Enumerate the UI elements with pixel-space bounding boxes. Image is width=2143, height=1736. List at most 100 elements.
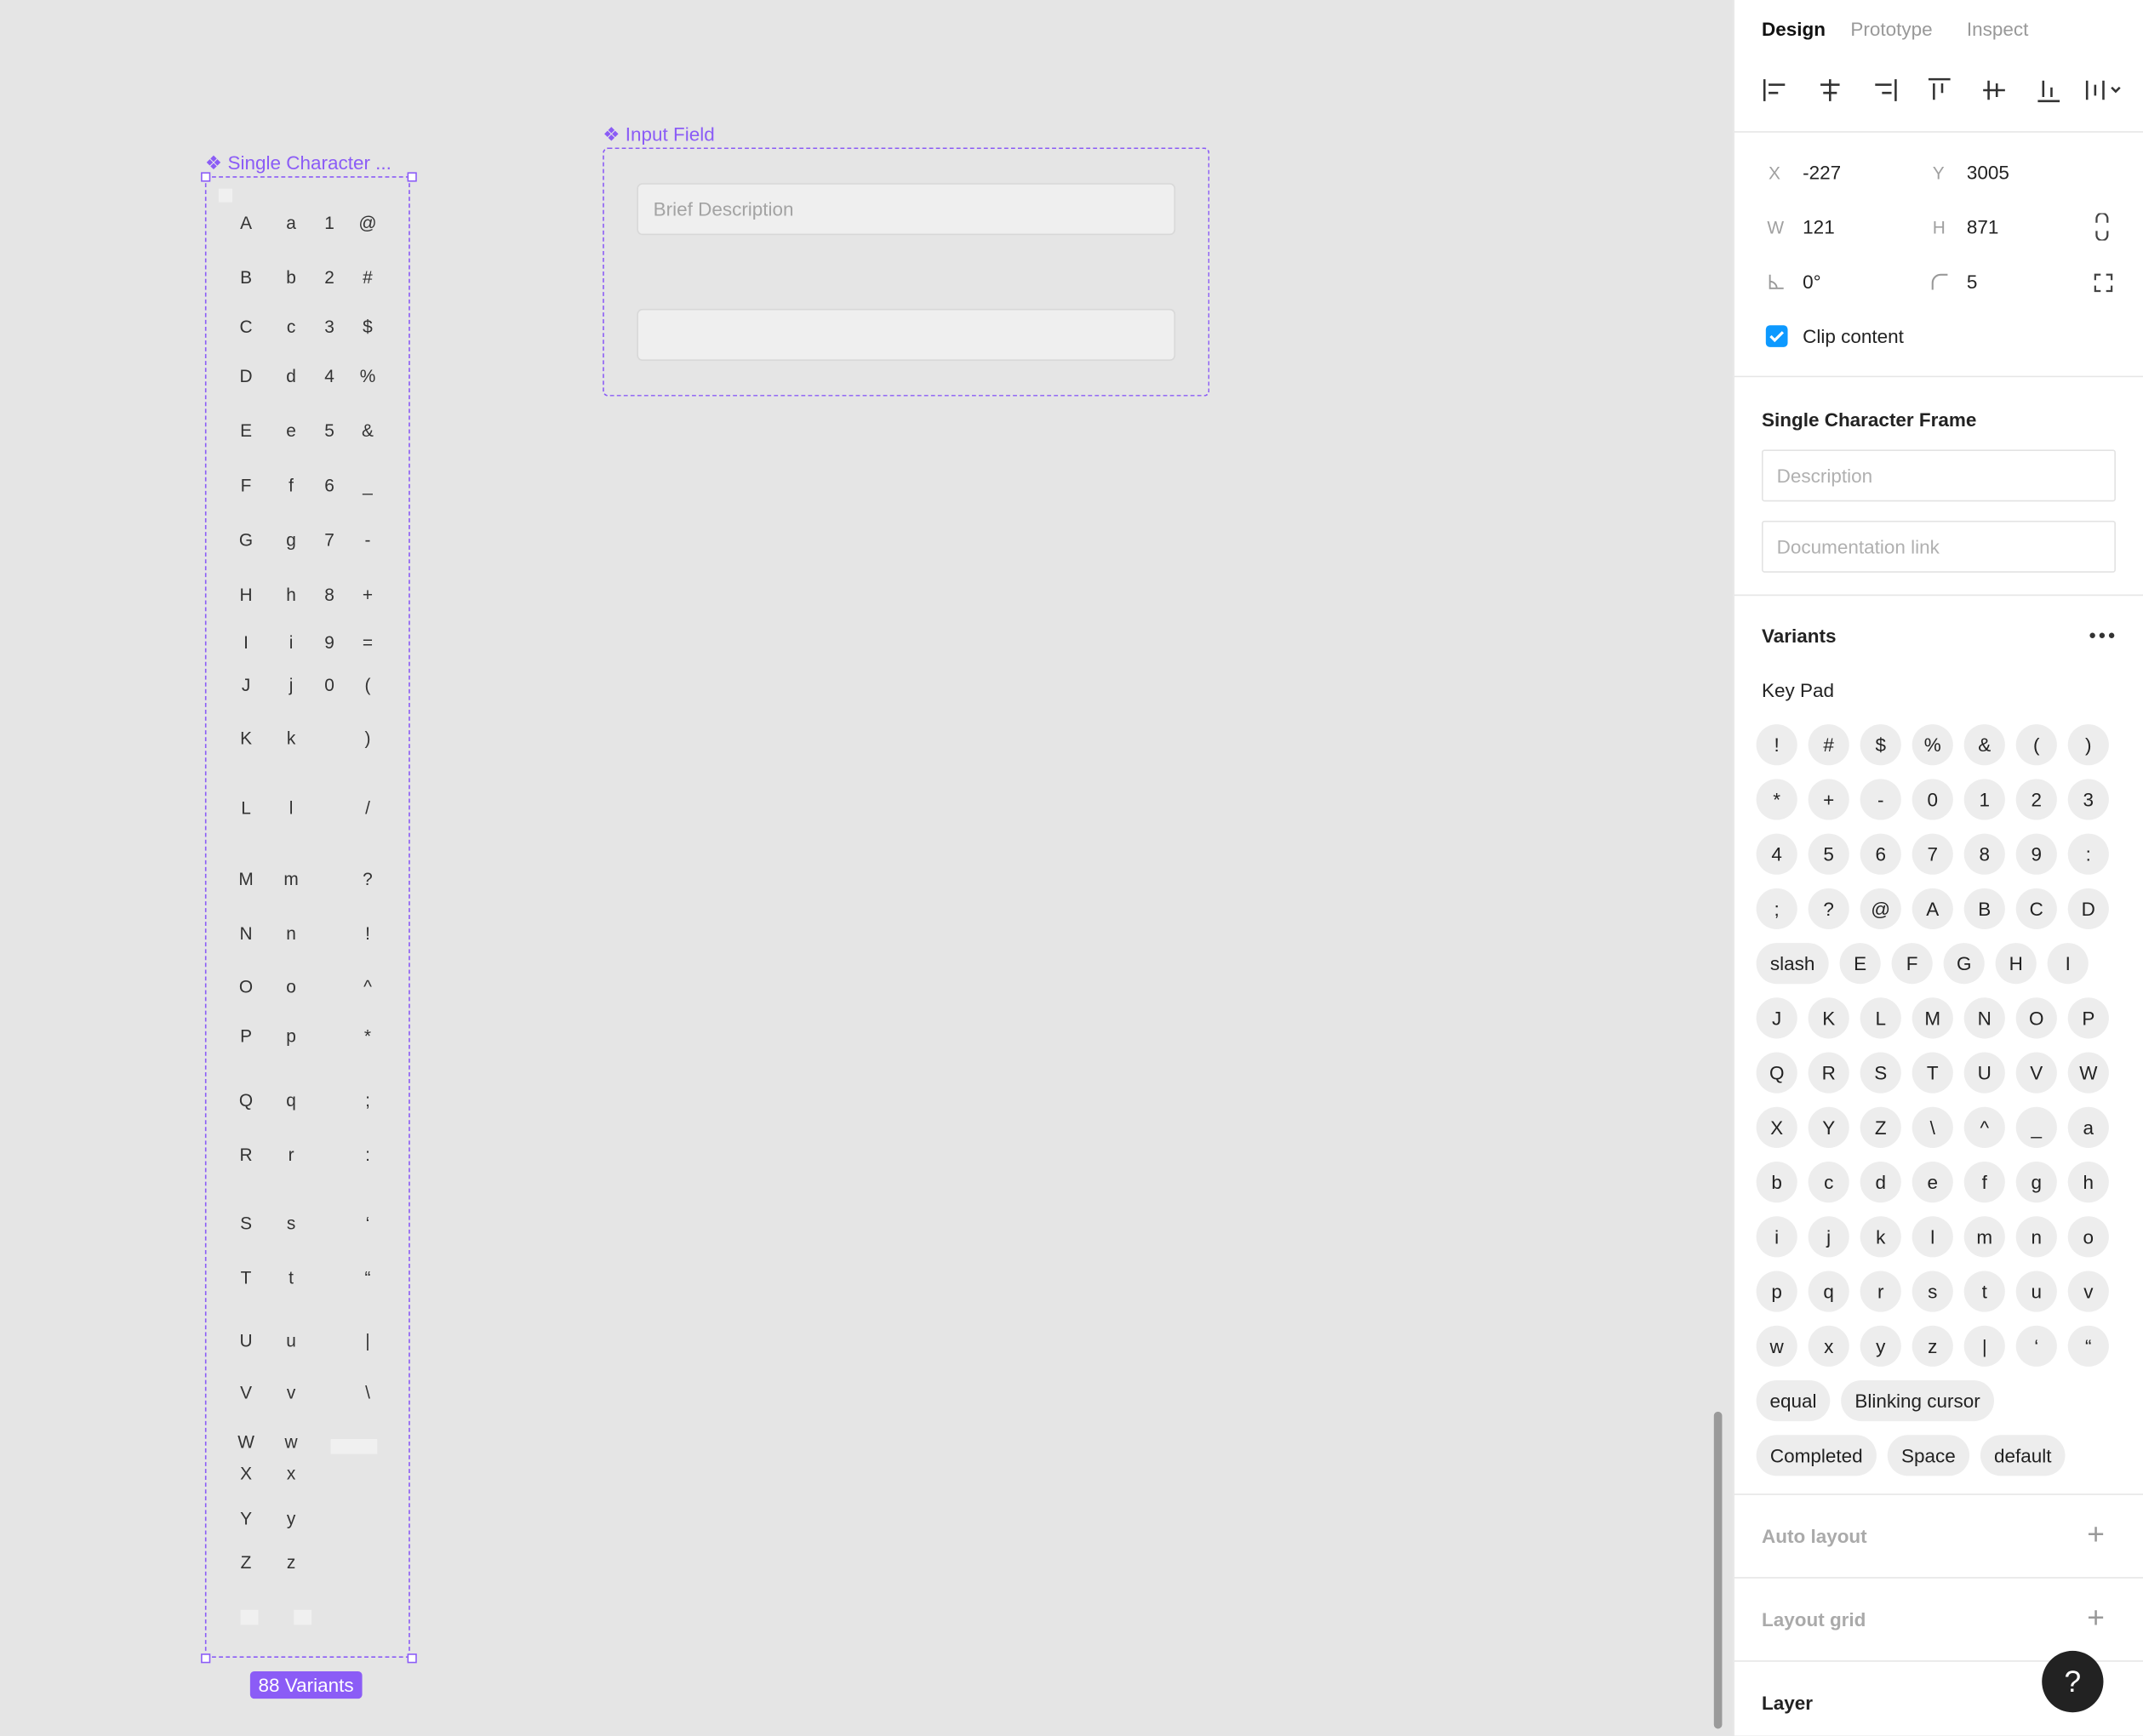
variant-glyph[interactable]: E: [240, 421, 252, 439]
variant-glyph[interactable]: G: [239, 531, 253, 549]
variant-glyph[interactable]: H: [240, 585, 253, 603]
rotation-input[interactable]: 0°: [1803, 271, 1821, 293]
variant-value-chip[interactable]: x: [1808, 1325, 1849, 1367]
variant-value-chip[interactable]: u: [2015, 1271, 2057, 1312]
variant-placeholder[interactable]: [218, 188, 233, 203]
variant-glyph[interactable]: ;: [365, 1091, 370, 1109]
variant-value-chip[interactable]: 0: [1912, 779, 1953, 820]
variant-glyph[interactable]: w: [285, 1433, 298, 1451]
variant-value-chip[interactable]: &: [1963, 724, 2005, 766]
variant-glyph[interactable]: n: [286, 924, 296, 942]
variant-default[interactable]: [294, 1609, 312, 1625]
variant-value-chip[interactable]: ^: [1963, 1106, 2005, 1148]
variant-value-chip[interactable]: j: [1808, 1216, 1849, 1258]
variant-glyph[interactable]: :: [365, 1146, 370, 1164]
independent-corners-icon[interactable]: [2094, 273, 2113, 293]
variant-glyph[interactable]: 4: [324, 367, 334, 385]
variant-glyph[interactable]: #: [363, 269, 373, 287]
variant-space[interactable]: [330, 1439, 378, 1454]
variant-value-chip[interactable]: 9: [2015, 833, 2057, 875]
variant-value-chip[interactable]: Space: [1887, 1435, 1970, 1476]
variant-value-chip[interactable]: Blinking cursor: [1841, 1379, 1995, 1422]
variant-glyph[interactable]: c: [287, 317, 295, 335]
variant-completed[interactable]: [240, 1609, 259, 1625]
variant-glyph[interactable]: 8: [324, 585, 334, 603]
variant-glyph[interactable]: b: [286, 269, 296, 287]
variant-glyph[interactable]: C: [240, 317, 253, 335]
corner-radius-input[interactable]: 5: [1967, 271, 1978, 293]
variant-value-chip[interactable]: \: [1912, 1106, 1953, 1148]
align-left-icon[interactable]: [1762, 77, 1789, 104]
variant-glyph[interactable]: X: [240, 1465, 252, 1482]
variant-value-chip[interactable]: R: [1808, 1052, 1849, 1094]
variant-glyph[interactable]: ): [364, 729, 370, 747]
variant-glyph[interactable]: ‘: [366, 1214, 370, 1232]
input-field-default[interactable]: Brief Description: [637, 183, 1176, 236]
resize-handle-bottom-right[interactable]: [407, 1653, 417, 1664]
distribute-icon[interactable]: [2084, 77, 2125, 104]
variant-value-chip[interactable]: d: [1860, 1162, 1901, 1203]
variant-glyph[interactable]: o: [286, 978, 296, 996]
variant-value-chip[interactable]: o: [2067, 1216, 2109, 1258]
variant-value-chip[interactable]: N: [1963, 997, 2005, 1039]
variant-value-chip[interactable]: a: [2067, 1106, 2109, 1148]
variant-value-chip[interactable]: e: [1912, 1162, 1953, 1203]
resize-handle-top-right[interactable]: [407, 172, 417, 182]
variant-value-chip[interactable]: s: [1912, 1271, 1953, 1312]
variant-glyph[interactable]: A: [240, 214, 252, 231]
variant-glyph[interactable]: h: [286, 585, 296, 603]
variant-glyph[interactable]: 7: [324, 531, 334, 549]
variant-value-chip[interactable]: @: [1860, 888, 1901, 930]
variant-glyph[interactable]: ?: [363, 870, 373, 888]
align-bottom-icon[interactable]: [2035, 77, 2062, 104]
variant-glyph[interactable]: \: [365, 1384, 370, 1402]
variant-glyph[interactable]: 5: [324, 421, 334, 439]
variant-property-name[interactable]: Key Pad: [1762, 679, 1834, 701]
variant-value-chip[interactable]: (: [2015, 724, 2057, 766]
variant-value-chip[interactable]: ): [2067, 724, 2109, 766]
variant-value-chip[interactable]: |: [1963, 1325, 2005, 1367]
tab-design[interactable]: Design: [1762, 18, 1826, 40]
variant-glyph[interactable]: y: [287, 1510, 295, 1528]
align-vertical-center-icon[interactable]: [1980, 77, 2008, 104]
variant-glyph[interactable]: a: [286, 214, 296, 231]
variant-value-chip[interactable]: H: [1995, 943, 2037, 985]
variant-value-chip[interactable]: M: [1912, 997, 1953, 1039]
variant-glyph[interactable]: M: [238, 870, 253, 888]
variant-glyph[interactable]: I: [243, 633, 249, 651]
variant-glyph[interactable]: *: [364, 1027, 371, 1045]
variant-value-chip[interactable]: S: [1860, 1052, 1901, 1094]
variant-value-chip[interactable]: 5: [1808, 833, 1849, 875]
variant-value-chip[interactable]: q: [1808, 1271, 1849, 1312]
variant-glyph[interactable]: N: [240, 924, 253, 942]
variant-glyph[interactable]: p: [286, 1027, 296, 1045]
variant-value-chip[interactable]: 1: [1963, 779, 2005, 820]
variant-glyph[interactable]: Q: [239, 1091, 253, 1109]
variant-value-chip[interactable]: Q: [1756, 1052, 1797, 1094]
y-input[interactable]: 3005: [1967, 161, 2009, 183]
variant-value-chip[interactable]: b: [1756, 1162, 1797, 1203]
component-set-frame[interactable]: [204, 176, 410, 1658]
variant-value-chip[interactable]: ;: [1756, 888, 1797, 930]
variant-glyph[interactable]: k: [287, 729, 295, 747]
variant-value-chip[interactable]: w: [1756, 1325, 1797, 1367]
variant-value-chip[interactable]: 7: [1912, 833, 1953, 875]
variant-value-chip[interactable]: r: [1860, 1271, 1901, 1312]
variant-value-chip[interactable]: L: [1860, 997, 1901, 1039]
width-input[interactable]: 121: [1803, 216, 1835, 238]
variant-glyph[interactable]: W: [237, 1433, 254, 1451]
variant-glyph[interactable]: !: [365, 924, 370, 942]
variant-glyph[interactable]: B: [240, 269, 252, 287]
variant-glyph[interactable]: ^: [363, 978, 372, 996]
variant-glyph[interactable]: l: [289, 799, 294, 817]
align-right-icon[interactable]: [1871, 77, 1898, 104]
variant-glyph[interactable]: 3: [324, 317, 334, 335]
variant-glyph[interactable]: =: [363, 633, 373, 651]
variant-value-chip[interactable]: *: [1756, 779, 1797, 820]
variant-value-chip[interactable]: W: [2067, 1052, 2109, 1094]
variant-value-chip[interactable]: t: [1963, 1271, 2005, 1312]
variant-glyph[interactable]: Y: [240, 1510, 252, 1528]
variant-value-chip[interactable]: i: [1756, 1216, 1797, 1258]
variant-glyph[interactable]: F: [241, 477, 252, 494]
clip-content-checkbox[interactable]: [1765, 325, 1788, 347]
